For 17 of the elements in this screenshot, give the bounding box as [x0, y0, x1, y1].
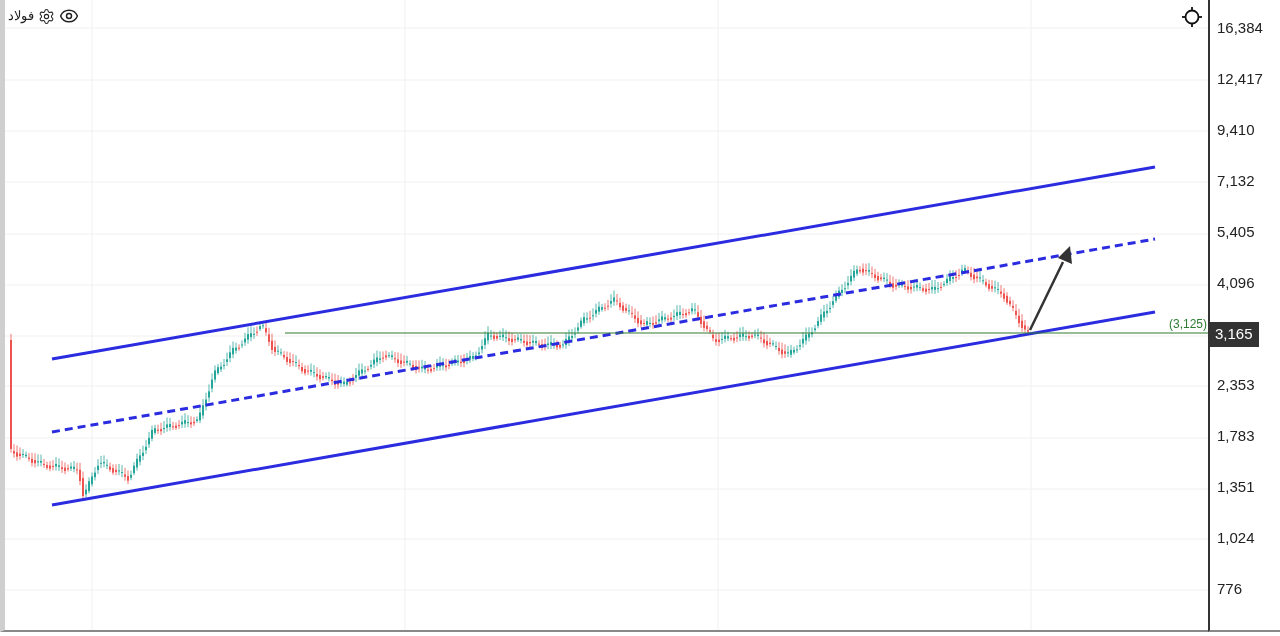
price-axis-label: 7,132 — [1217, 171, 1255, 192]
price-axis-label: 9,410 — [1217, 120, 1255, 141]
symbol-name: فولاد — [8, 7, 34, 26]
price-axis-label: 776 — [1217, 579, 1243, 600]
price-axis-label: 16,384 — [1217, 18, 1263, 39]
crosshair-icon[interactable] — [1182, 7, 1202, 27]
settings-icon[interactable] — [38, 7, 55, 25]
price-axis-label: 1,783 — [1217, 426, 1255, 447]
price-axis-label: 1,024 — [1217, 528, 1255, 549]
price-axis-label: 4,096 — [1217, 273, 1255, 294]
price-axis-label: 2,353 — [1217, 375, 1255, 396]
level-label: (3,125) — [1168, 316, 1207, 333]
price-axis-label: 5,405 — [1217, 222, 1255, 243]
current-price-badge: 3,165 — [1209, 322, 1259, 347]
eye-icon[interactable] — [59, 6, 79, 26]
price-axis-label: 1,351 — [1217, 477, 1255, 498]
price-axis-label: 12,417 — [1217, 69, 1263, 90]
